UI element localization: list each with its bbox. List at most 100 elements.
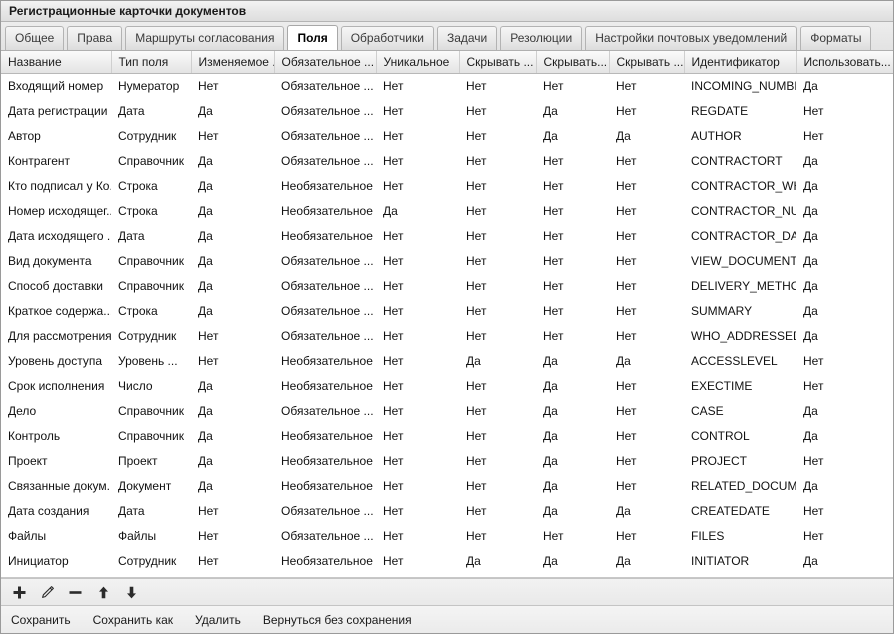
- table-row[interactable]: Проект Проект Да Необязательное Нет Нет Да Нет P…: [1, 448, 893, 473]
- cell-r6-c4: Нет: [376, 223, 459, 248]
- move-down-icon[interactable]: [119, 580, 143, 604]
- cell-r2-c2: Нет: [191, 123, 274, 148]
- cell-r1-c3: Обязательное ...: [274, 98, 376, 123]
- cell-r4-c6: Нет: [536, 173, 609, 198]
- cell-r18-c8: FILES: [684, 523, 796, 548]
- cell-r8-c4: Нет: [376, 273, 459, 298]
- cell-r15-c9: Нет: [796, 448, 893, 473]
- cell-r7-c1: Справочник: [111, 248, 191, 273]
- cell-r11-c7: Да: [609, 348, 684, 373]
- cell-r12-c9: Нет: [796, 373, 893, 398]
- tab-5[interactable]: Задачи: [436, 26, 498, 50]
- cell-r1-c8: REGDATE: [684, 98, 796, 123]
- window-title: Регистрационные карточки документов: [9, 4, 247, 18]
- move-up-icon[interactable]: [91, 580, 115, 604]
- cell-r13-c4: Нет: [376, 398, 459, 423]
- cell-r1-c6: Да: [536, 98, 609, 123]
- add-icon[interactable]: [7, 580, 31, 604]
- cell-r16-c4: Нет: [376, 473, 459, 498]
- cell-r13-c6: Да: [536, 398, 609, 423]
- table-row[interactable]: Входящий номер Нумератор Нет Обязательное .…: [1, 73, 893, 98]
- cell-r5-c4: Да: [376, 198, 459, 223]
- table-row[interactable]: Инициатор Сотрудник Нет Необязательное Нет Да…: [1, 548, 893, 573]
- table-row[interactable]: Дело Справочник Да Обязательное ... Нет Нет Да…: [1, 398, 893, 423]
- tab-6[interactable]: Резолюции: [500, 26, 583, 50]
- command-0[interactable]: Сохранить: [11, 613, 71, 627]
- tab-8[interactable]: Форматы: [800, 26, 872, 50]
- cell-r2-c4: Нет: [376, 123, 459, 148]
- table-row[interactable]: Краткое содержа... Строка Да Обязательное .…: [1, 298, 893, 323]
- table-row[interactable]: Контрагент Справочник Да Обязательное ... Не…: [1, 148, 893, 173]
- cell-r6-c9: Да: [796, 223, 893, 248]
- table-row[interactable]: Вид документа Справочник Да Обязательное ..…: [1, 248, 893, 273]
- cell-r13-c5: Нет: [459, 398, 536, 423]
- command-3[interactable]: Вернуться без сохранения: [263, 613, 412, 627]
- table-row[interactable]: Дата исходящего ... Дата Да Необязательное Н…: [1, 223, 893, 248]
- cell-r18-c3: Обязательное ...: [274, 523, 376, 548]
- column-header-5[interactable]: Скрывать ...: [459, 51, 537, 74]
- cell-r18-c4: Нет: [376, 523, 459, 548]
- cell-r0-c4: Нет: [376, 73, 459, 98]
- command-2[interactable]: Удалить: [195, 613, 241, 627]
- cell-r13-c0: Дело: [1, 398, 111, 423]
- tab-3[interactable]: Поля: [287, 25, 338, 50]
- command-1[interactable]: Сохранить как: [93, 613, 173, 627]
- tab-0[interactable]: Общее: [5, 26, 65, 50]
- column-header-2[interactable]: Изменяемое ...: [191, 51, 275, 74]
- cell-r11-c9: Нет: [796, 348, 893, 373]
- column-header-6[interactable]: Скрывать...: [536, 51, 610, 74]
- cell-r9-c9: Да: [796, 298, 893, 323]
- column-header-4[interactable]: Уникальное: [376, 51, 460, 74]
- table-row[interactable]: Файлы Файлы Нет Обязательное ... Нет Нет Нет Не…: [1, 523, 893, 548]
- cell-r5-c6: Нет: [536, 198, 609, 223]
- cell-r18-c2: Нет: [191, 523, 274, 548]
- cell-r15-c4: Нет: [376, 448, 459, 473]
- cell-r3-c9: Да: [796, 148, 893, 173]
- cell-r0-c7: Нет: [609, 73, 684, 98]
- table-row[interactable]: Номер исходящег... Строка Да Необязательное…: [1, 198, 893, 223]
- cell-r14-c4: Нет: [376, 423, 459, 448]
- tab-1[interactable]: Права: [67, 26, 123, 50]
- cell-r18-c7: Нет: [609, 523, 684, 548]
- cell-r7-c0: Вид документа: [1, 248, 111, 273]
- cell-r16-c0: Связанные докум...: [1, 473, 111, 498]
- row-actions-toolbar: [1, 578, 893, 606]
- table-row[interactable]: Связанные докум... Документ Да Необязательн…: [1, 473, 893, 498]
- column-header-7[interactable]: Скрывать ...: [609, 51, 685, 74]
- table-row[interactable]: Для рассмотрения Сотрудник Нет Обязательное…: [1, 323, 893, 348]
- tab-4[interactable]: Обработчики: [340, 26, 434, 50]
- table-row[interactable]: Срок исполнения Число Да Необязательное Нет Н…: [1, 373, 893, 398]
- table-row[interactable]: Дата регистрации Дата Да Обязательное ... Не…: [1, 98, 893, 123]
- cell-r7-c9: Да: [796, 248, 893, 273]
- column-header-3[interactable]: Обязательное ...: [274, 51, 377, 74]
- cell-r8-c6: Нет: [536, 273, 609, 298]
- table-row[interactable]: Способ доставки Справочник Да Обязательное …: [1, 273, 893, 298]
- tab-2[interactable]: Маршруты согласования: [125, 26, 285, 50]
- column-header-9[interactable]: Использовать...: [796, 51, 893, 74]
- column-header-8[interactable]: Идентификатор: [684, 51, 797, 74]
- cell-r7-c6: Нет: [536, 248, 609, 273]
- table-row[interactable]: Уровень доступа Уровень ... Нет Необязатель…: [1, 348, 893, 373]
- cell-r19-c6: Да: [536, 548, 609, 573]
- edit-icon[interactable]: [35, 580, 59, 604]
- remove-icon[interactable]: [63, 580, 87, 604]
- cell-r15-c2: Да: [191, 448, 274, 473]
- table-row[interactable]: Автор Сотрудник Нет Обязательное ... Нет Нет Д…: [1, 123, 893, 148]
- tab-7[interactable]: Настройки почтовых уведомлений: [585, 26, 798, 50]
- cell-r4-c9: Да: [796, 173, 893, 198]
- cell-r1-c4: Нет: [376, 98, 459, 123]
- cell-r17-c5: Нет: [459, 498, 536, 523]
- table-row[interactable]: Кто подписал у Ко... Строка Да Необязательн…: [1, 173, 893, 198]
- cell-r6-c2: Да: [191, 223, 274, 248]
- cell-r17-c3: Обязательное ...: [274, 498, 376, 523]
- cell-r16-c6: Да: [536, 473, 609, 498]
- cell-r17-c2: Нет: [191, 498, 274, 523]
- cell-r5-c1: Строка: [111, 198, 191, 223]
- cell-r5-c8: CONTRACTOR_NU...: [684, 198, 796, 223]
- table-row[interactable]: Дата создания Дата Нет Обязательное ... Нет Н…: [1, 498, 893, 523]
- table-row[interactable]: Контроль Справочник Да Необязательное Нет Нет…: [1, 423, 893, 448]
- column-header-1[interactable]: Тип поля: [111, 51, 192, 74]
- cell-r10-c0: Для рассмотрения: [1, 323, 111, 348]
- cell-r0-c8: INCOMING_NUMBER: [684, 73, 796, 98]
- column-header-0[interactable]: Название: [1, 51, 112, 74]
